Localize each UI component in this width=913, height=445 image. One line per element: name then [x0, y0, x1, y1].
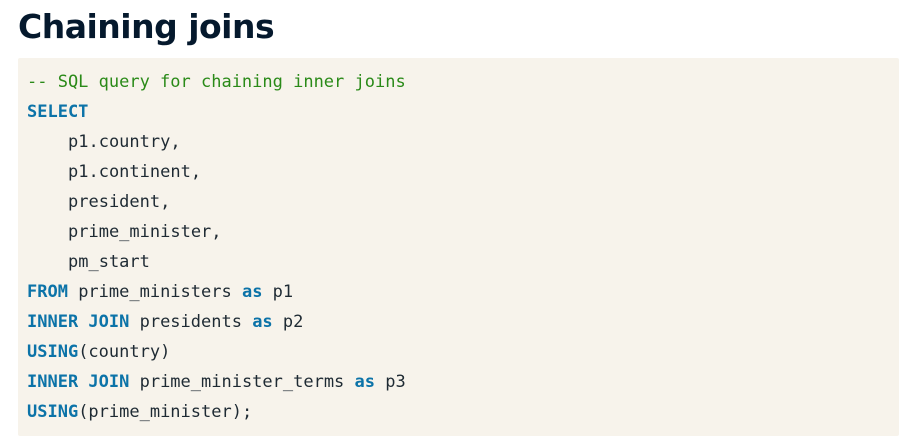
keyword-using: USING — [27, 402, 79, 422]
table-presidents: presidents — [129, 312, 253, 332]
code-line-inner-join: INNER JOIN presidents as p2 — [27, 307, 899, 337]
table-prime-minister-terms: prime_minister_terms — [129, 372, 355, 392]
code-line-column: p1.continent, — [27, 157, 899, 187]
code-line-select: SELECT — [27, 97, 899, 127]
column-continent: p1.continent, — [68, 162, 202, 182]
code-line-using: USING(country) — [27, 337, 899, 367]
column-president: president, — [68, 192, 171, 212]
code-block: -- SQL query for chaining inner joins SE… — [18, 58, 899, 436]
alias-p3: p3 — [375, 372, 406, 392]
column-country: p1.country, — [68, 132, 181, 152]
code-line-comment: -- SQL query for chaining inner joins — [27, 67, 899, 97]
code-line-column: president, — [27, 187, 899, 217]
code-line-column: p1.country, — [27, 127, 899, 157]
keyword-as: as — [354, 372, 376, 392]
alias-p1: p1 — [262, 282, 294, 302]
code-line-column: prime_minister, — [27, 217, 899, 247]
keyword-inner-join: INNER JOIN — [27, 312, 130, 332]
alias-p2: p2 — [272, 312, 304, 332]
keyword-from: FROM — [27, 282, 68, 302]
page-title: Chaining joins — [18, 7, 275, 46]
keyword-as: as — [241, 282, 263, 302]
column-prime-minister: prime_minister, — [68, 222, 222, 242]
code-line-column: pm_start — [27, 247, 899, 277]
keyword-using: USING — [27, 342, 79, 362]
column-pm-start: pm_start — [68, 252, 150, 272]
table-prime-ministers: prime_ministers — [67, 282, 242, 302]
code-line-using: USING(prime_minister); — [27, 397, 899, 427]
sql-comment: -- SQL query for chaining inner joins — [27, 72, 406, 92]
code-line-inner-join: INNER JOIN prime_minister_terms as p3 — [27, 367, 899, 397]
using-country: (country) — [78, 342, 171, 362]
keyword-select: SELECT — [27, 102, 89, 122]
keyword-as: as — [252, 312, 273, 332]
code-line-from: FROM prime_ministers as p1 — [27, 277, 899, 307]
using-prime-minister: (prime_minister); — [78, 402, 253, 422]
keyword-inner-join: INNER JOIN — [27, 372, 130, 392]
